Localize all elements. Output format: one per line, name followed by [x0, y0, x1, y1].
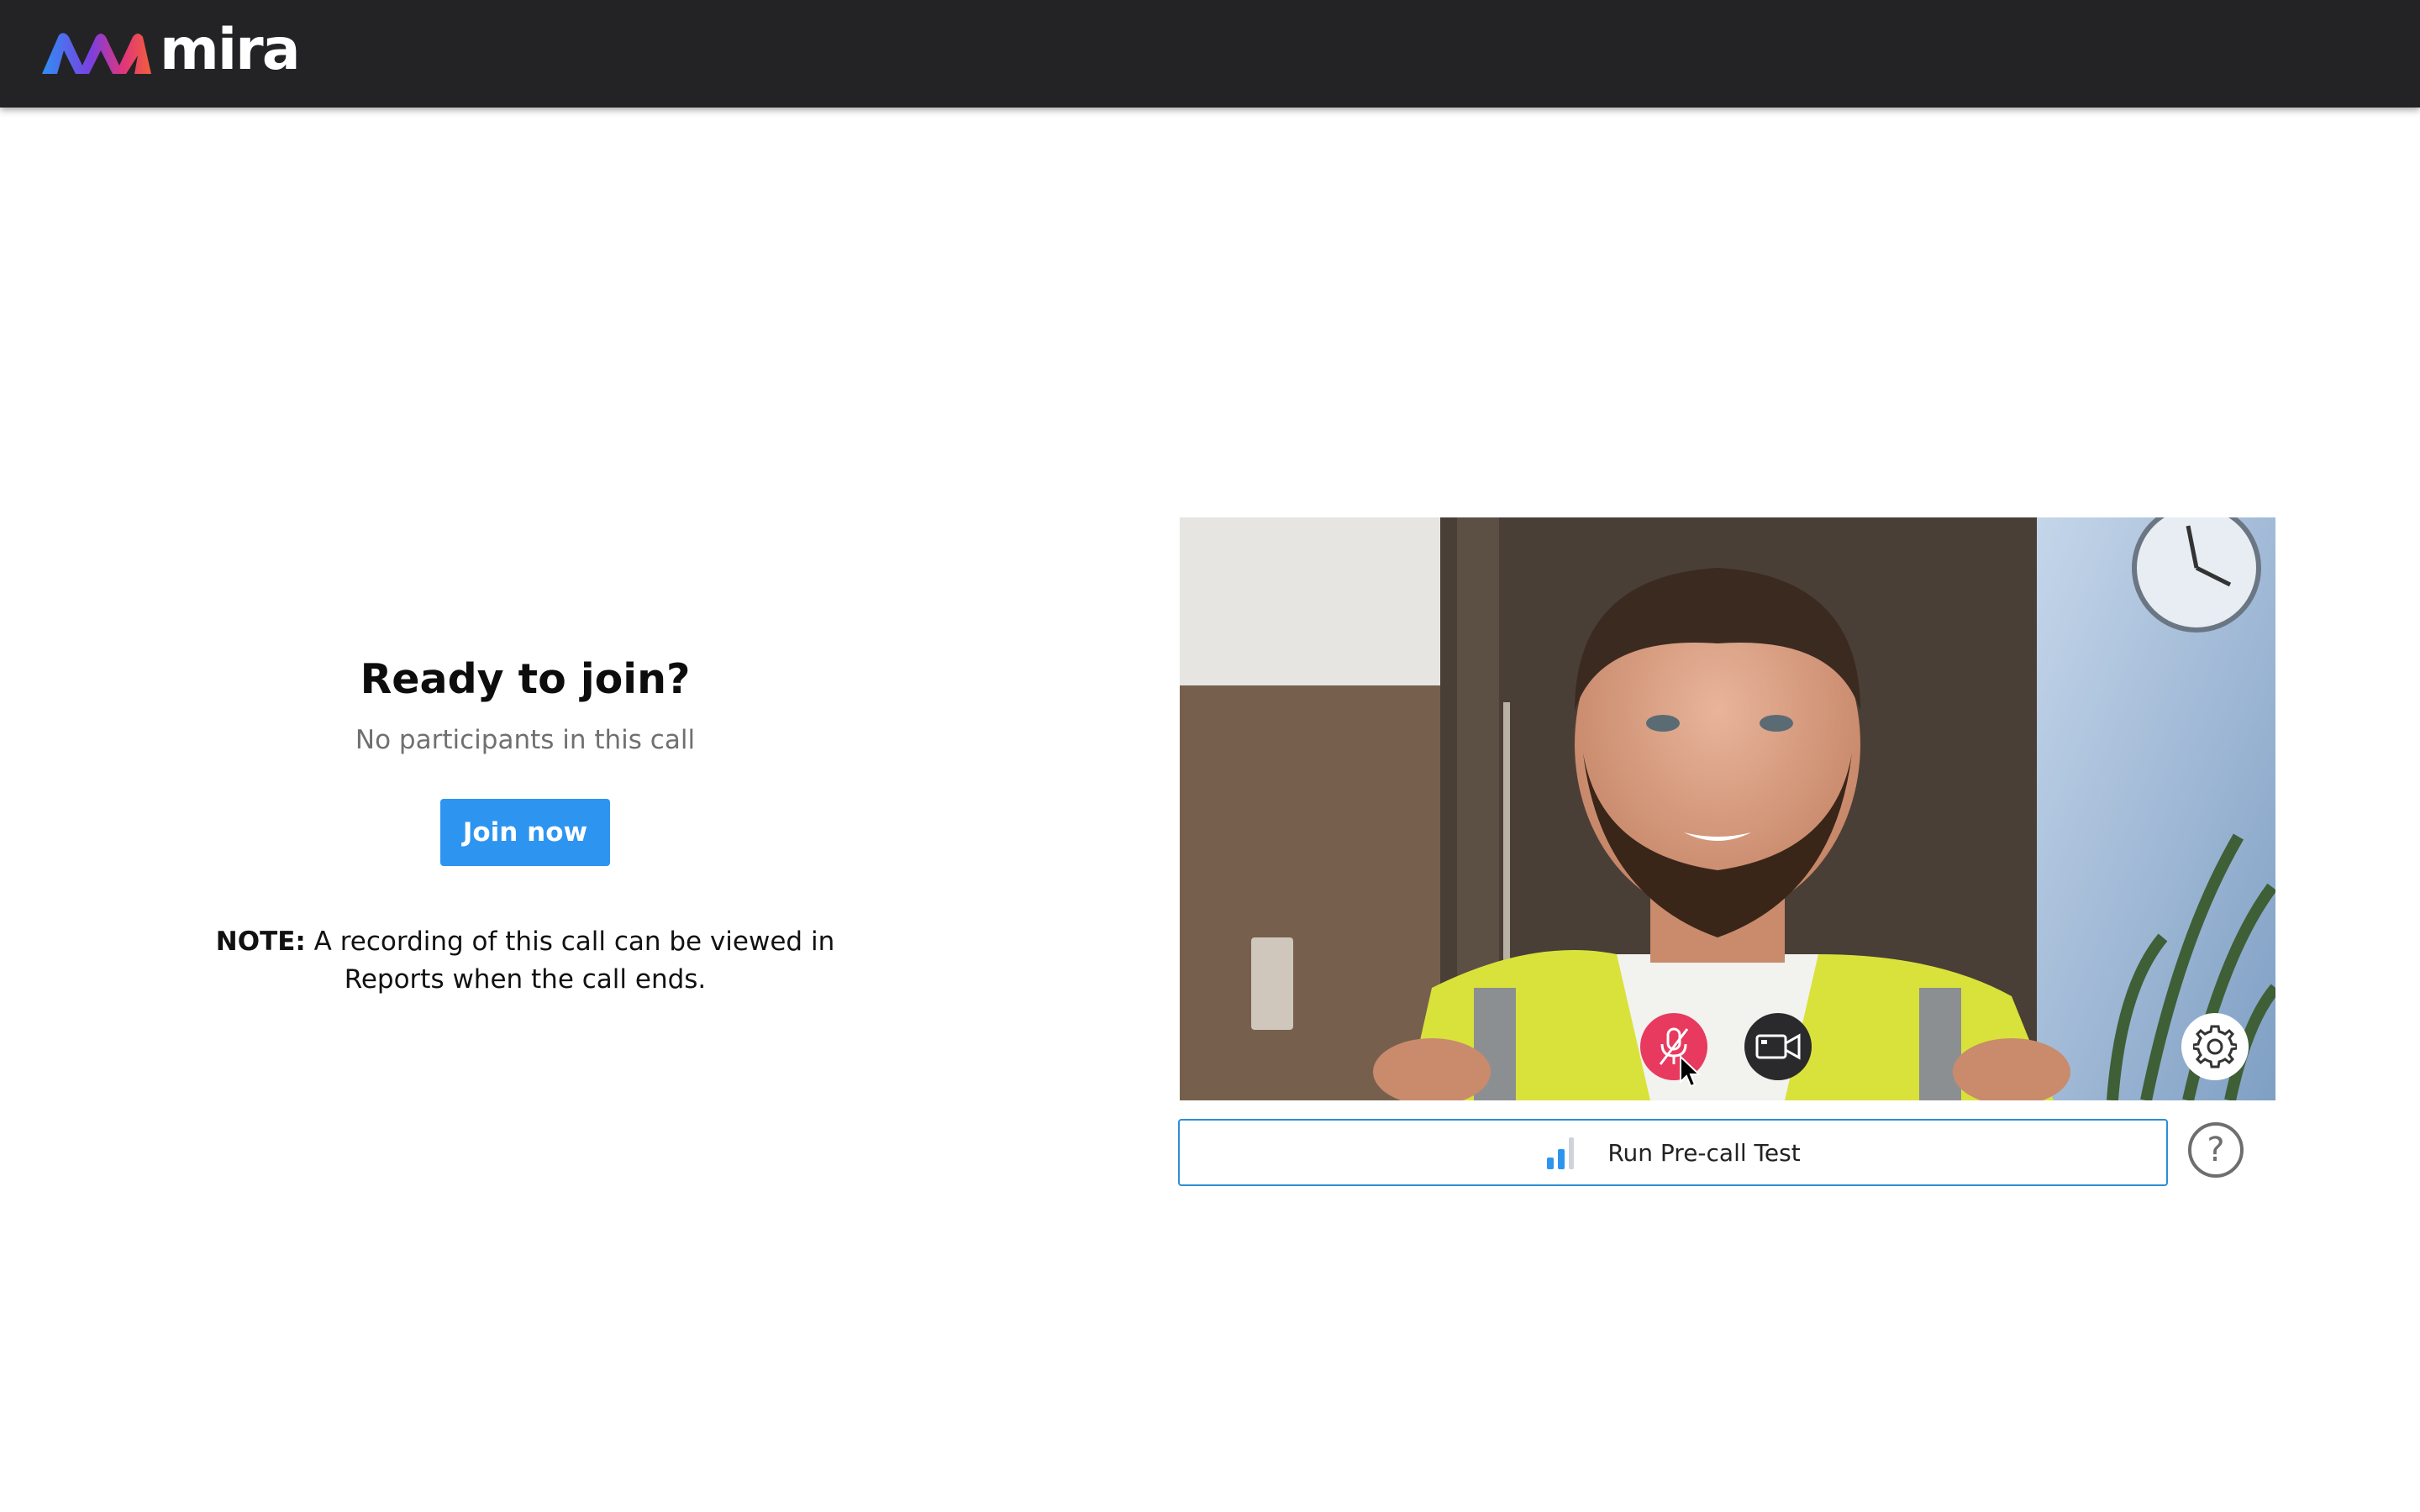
- participants-status: No participants in this call: [355, 724, 696, 755]
- brand-name: mira: [160, 17, 301, 83]
- mouse-cursor-icon: [1680, 1055, 1702, 1088]
- page-title: Ready to join?: [360, 655, 691, 703]
- camera-preview: [1180, 517, 2275, 1100]
- camera-preview-image: [1180, 517, 2275, 1100]
- camera-toggle-button[interactable]: [1744, 1013, 1812, 1080]
- mira-wave-icon: [42, 33, 151, 74]
- settings-button[interactable]: [2181, 1013, 2249, 1080]
- help-button[interactable]: ?: [2188, 1122, 2244, 1178]
- join-now-button[interactable]: Join now: [440, 798, 610, 866]
- recording-note: NOTE: A recording of this call can be vi…: [193, 923, 857, 999]
- camera-icon: [1755, 1033, 1801, 1060]
- note-label: NOTE:: [215, 926, 306, 957]
- gear-icon: [2193, 1025, 2237, 1068]
- run-precall-test-button[interactable]: Run Pre-call Test: [1178, 1119, 2168, 1186]
- precall-label: Run Pre-call Test: [1607, 1138, 1801, 1167]
- note-text: A recording of this call can be viewed i…: [305, 926, 835, 995]
- question-mark-icon: ?: [2207, 1131, 2225, 1169]
- top-bar: mira: [0, 0, 2420, 108]
- signal-bars-icon: [1547, 1137, 1575, 1169]
- join-panel: Ready to join? No participants in this c…: [193, 655, 857, 999]
- mira-logo[interactable]: mira: [40, 22, 301, 79]
